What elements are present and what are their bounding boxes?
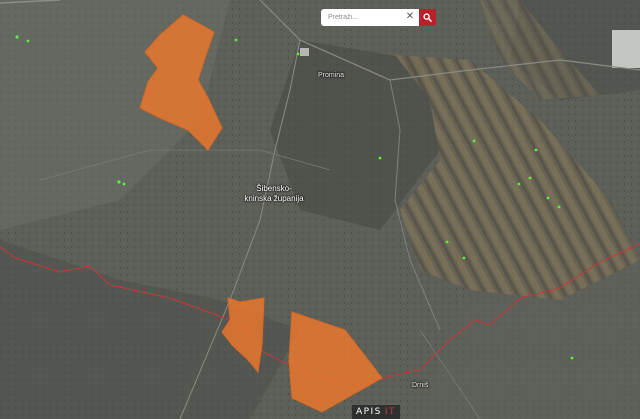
poi-marker[interactable] bbox=[517, 182, 521, 186]
poi-marker[interactable] bbox=[528, 176, 532, 180]
search-bar: ✕ bbox=[321, 9, 436, 26]
poi-marker[interactable] bbox=[117, 180, 121, 184]
white-building bbox=[612, 30, 640, 68]
map-label-promina: Promina bbox=[318, 72, 345, 79]
search-button[interactable] bbox=[419, 9, 436, 26]
poi-marker[interactable] bbox=[570, 356, 574, 360]
search-box: ✕ bbox=[321, 9, 419, 26]
apis-it-logo: APIS IT bbox=[352, 405, 400, 419]
poi-marker[interactable] bbox=[122, 182, 126, 186]
poi-marker[interactable] bbox=[234, 38, 238, 42]
search-input[interactable] bbox=[321, 10, 408, 25]
poi-marker[interactable] bbox=[445, 240, 449, 244]
close-icon[interactable]: ✕ bbox=[405, 11, 415, 23]
search-icon bbox=[423, 13, 432, 22]
white-building-small bbox=[300, 48, 309, 56]
poi-marker[interactable] bbox=[296, 52, 300, 56]
poi-marker[interactable] bbox=[26, 39, 30, 43]
poi-marker[interactable] bbox=[534, 148, 538, 152]
map-label-county: Šibensko-kninska županija bbox=[244, 184, 304, 203]
logo-accent-text: IT bbox=[384, 407, 397, 417]
poi-marker[interactable] bbox=[462, 256, 466, 260]
poi-marker[interactable] bbox=[546, 196, 550, 200]
poi-marker[interactable] bbox=[15, 35, 19, 39]
poi-marker[interactable] bbox=[472, 139, 476, 143]
poi-marker[interactable] bbox=[378, 156, 382, 160]
poi-marker[interactable] bbox=[557, 205, 561, 209]
logo-main-text: APIS bbox=[355, 407, 382, 417]
map-label-drnis: Drniš bbox=[412, 382, 429, 389]
satellite-map[interactable] bbox=[0, 0, 640, 419]
